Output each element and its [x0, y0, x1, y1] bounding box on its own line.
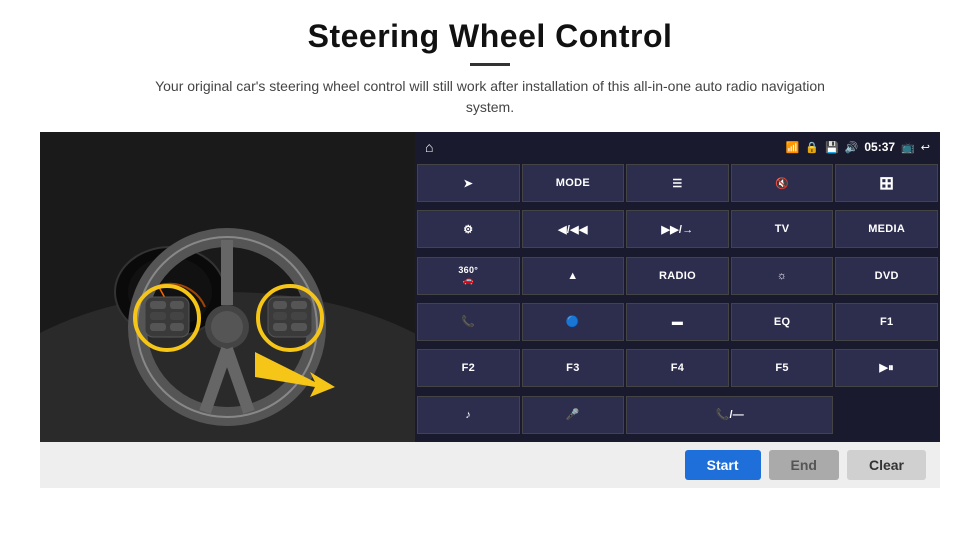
- mic-btn[interactable]: 🎤: [522, 396, 625, 434]
- sd-icon: 💾: [825, 141, 839, 154]
- lock-icon: 🔒: [805, 141, 819, 154]
- radio-btn[interactable]: RADIO: [626, 257, 729, 295]
- cast-icon: 📺: [901, 141, 915, 154]
- action-bar: Start End Clear: [40, 442, 940, 488]
- page-wrapper: Steering Wheel Control Your original car…: [0, 0, 980, 544]
- clear-button[interactable]: Clear: [847, 450, 926, 480]
- mute-btn[interactable]: 🔇: [731, 164, 834, 202]
- title-section: Steering Wheel Control Your original car…: [40, 18, 940, 118]
- nav2-btn[interactable]: 🔵: [522, 303, 625, 341]
- f3-btn[interactable]: F3: [522, 349, 625, 387]
- playpause-btn[interactable]: ▶⏸: [835, 349, 938, 387]
- eq-btn[interactable]: EQ: [731, 303, 834, 341]
- f4-btn[interactable]: F4: [626, 349, 729, 387]
- phone-btn[interactable]: 📞: [417, 303, 520, 341]
- next-btn[interactable]: ▶▶/→: [626, 210, 729, 248]
- car-image: [40, 132, 415, 442]
- cam360-btn[interactable]: 360°🚗: [417, 257, 520, 295]
- button-grid: ➤ MODE ☰ 🔇 ⊞ ⚙ ◀/◀◀ ▶▶/→ TV MEDIA 360°🚗 …: [415, 162, 940, 442]
- status-bar: ⌂ 📶 🔒 💾 🔊 05:37 📺 ↩: [415, 132, 940, 162]
- settings-btn[interactable]: ⚙: [417, 210, 520, 248]
- status-right: 📶 🔒 💾 🔊 05:37 📺 ↩: [786, 140, 930, 154]
- prev-btn[interactable]: ◀/◀◀: [522, 210, 625, 248]
- home-icon[interactable]: ⌂: [425, 139, 433, 155]
- nav-btn[interactable]: ➤: [417, 164, 520, 202]
- mode-btn[interactable]: MODE: [522, 164, 625, 202]
- back-icon[interactable]: ↩: [921, 141, 930, 154]
- subtitle: Your original car's steering wheel contr…: [140, 76, 840, 118]
- music-btn[interactable]: ♪: [417, 396, 520, 434]
- title-divider: [470, 63, 510, 66]
- control-panel: ⌂ 📶 🔒 💾 🔊 05:37 📺 ↩ ➤ MODE ☰ 🔇 ⊞: [415, 132, 940, 442]
- f2-btn[interactable]: F2: [417, 349, 520, 387]
- rect-btn[interactable]: ▬: [626, 303, 729, 341]
- eject-btn[interactable]: ▲: [522, 257, 625, 295]
- content-area: ⌂ 📶 🔒 💾 🔊 05:37 📺 ↩ ➤ MODE ☰ 🔇 ⊞: [40, 132, 940, 442]
- status-left: ⌂: [425, 139, 433, 155]
- f1-btn[interactable]: F1: [835, 303, 938, 341]
- page-title: Steering Wheel Control: [40, 18, 940, 55]
- apps-btn[interactable]: ⊞: [835, 164, 938, 202]
- media-btn[interactable]: MEDIA: [835, 210, 938, 248]
- time-display: 05:37: [864, 140, 895, 154]
- list-btn[interactable]: ☰: [626, 164, 729, 202]
- f5-btn[interactable]: F5: [731, 349, 834, 387]
- bluetooth-icon: 🔊: [845, 141, 859, 154]
- end-button[interactable]: End: [769, 450, 839, 480]
- dvd-btn[interactable]: DVD: [835, 257, 938, 295]
- wifi-icon: 📶: [786, 141, 800, 154]
- start-button[interactable]: Start: [685, 450, 761, 480]
- brightness-btn[interactable]: ☼: [731, 257, 834, 295]
- phonecall-btn[interactable]: 📞/—: [626, 396, 833, 434]
- tv-btn[interactable]: TV: [731, 210, 834, 248]
